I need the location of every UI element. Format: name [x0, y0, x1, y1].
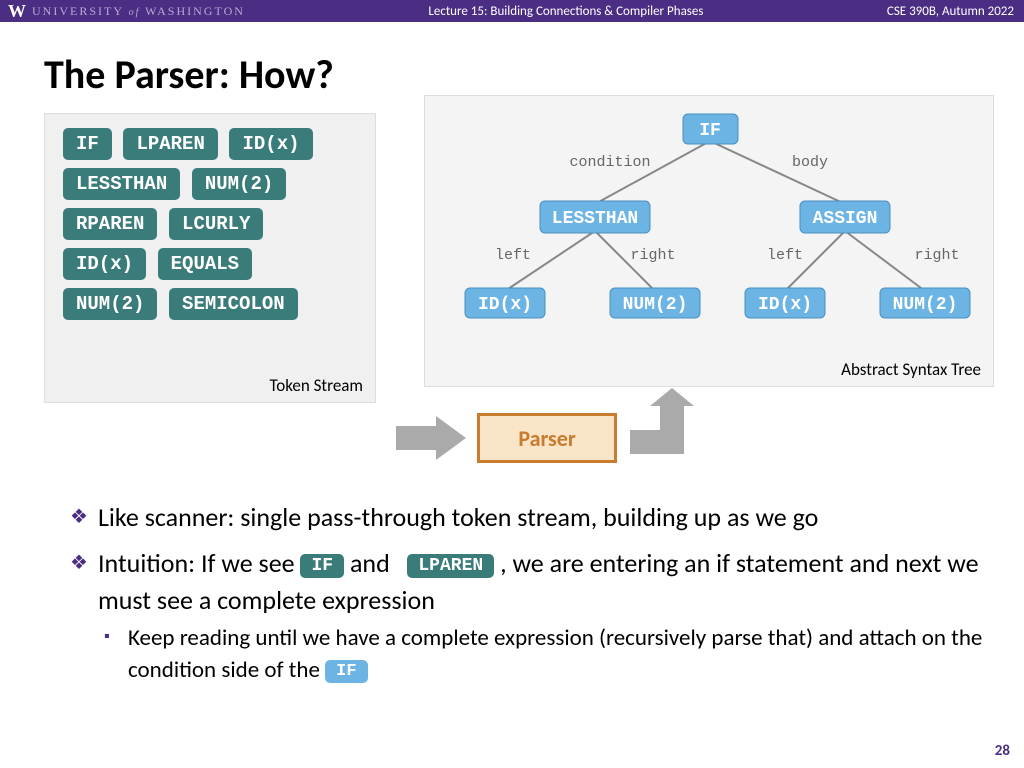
- ast-panel: IF condition body LESSTHAN ASSIGN left r…: [424, 95, 994, 387]
- edge-label: body: [792, 154, 828, 171]
- bullet-list: Like scanner: single pass-through token …: [0, 493, 1024, 687]
- edge-label: left: [767, 247, 803, 264]
- token: EQUALS: [158, 248, 252, 280]
- token: LESSTHAN: [63, 168, 180, 200]
- sub-bullet-item: Keep reading until we have a complete ex…: [98, 622, 984, 686]
- course-code: CSE 390B, Autumn 2022: [887, 4, 1024, 19]
- lecture-title: Lecture 15: Building Connections & Compi…: [245, 4, 887, 19]
- arrow-right-icon: [396, 413, 471, 463]
- edge-label: left: [495, 247, 531, 264]
- edge-label: right: [914, 247, 959, 264]
- token: SEMICOLON: [169, 288, 298, 320]
- ast-node-leaf: ID(x): [745, 288, 825, 318]
- page-number: 28: [995, 742, 1010, 760]
- bullet-item: Intuition: If we see IF and LPAREN , we …: [70, 545, 984, 686]
- header-bar: W UNIVERSITY of WASHINGTON Lecture 15: B…: [0, 0, 1024, 22]
- token-panel-label: Token Stream: [269, 375, 363, 396]
- svg-text:IF: IF: [699, 121, 721, 141]
- arrow-up-icon: [630, 388, 700, 468]
- token: LPAREN: [123, 128, 217, 160]
- parser-box: Parser: [477, 413, 617, 463]
- bullet-item: Like scanner: single pass-through token …: [70, 499, 984, 535]
- ast-panel-label: Abstract Syntax Tree: [841, 359, 981, 380]
- svg-text:ID(x): ID(x): [478, 295, 532, 315]
- ast-node-lessthan: LESSTHAN: [540, 201, 650, 233]
- university-name: UNIVERSITY of WASHINGTON: [32, 4, 245, 19]
- ast-node-leaf: NUM(2): [610, 288, 700, 318]
- ast-node-leaf: NUM(2): [880, 288, 970, 318]
- token-stream-panel: IF LPAREN ID(x) LESSTHAN NUM(2) RPAREN L…: [44, 113, 376, 403]
- token: NUM(2): [63, 288, 157, 320]
- svg-text:LESSTHAN: LESSTHAN: [552, 209, 638, 229]
- svg-text:NUM(2): NUM(2): [893, 295, 958, 315]
- token: NUM(2): [192, 168, 286, 200]
- uw-logo: W: [0, 1, 32, 22]
- token: ID(x): [63, 248, 146, 280]
- inline-token: LPAREN: [407, 554, 494, 578]
- ast-tree: IF condition body LESSTHAN ASSIGN left r…: [425, 96, 995, 388]
- svg-text:ID(x): ID(x): [758, 295, 812, 315]
- inline-token: IF: [300, 554, 344, 578]
- svg-text:ASSIGN: ASSIGN: [813, 209, 878, 229]
- token: LCURLY: [169, 208, 263, 240]
- ast-node-if: IF: [683, 114, 738, 144]
- svg-text:NUM(2): NUM(2): [623, 295, 688, 315]
- token: IF: [63, 128, 112, 160]
- token: ID(x): [229, 128, 312, 160]
- edge-label: condition: [569, 154, 650, 171]
- token: RPAREN: [63, 208, 157, 240]
- ast-node-assign: ASSIGN: [800, 201, 890, 233]
- ast-node-leaf: ID(x): [465, 288, 545, 318]
- edge-label: right: [630, 247, 675, 264]
- inline-token: IF: [325, 660, 367, 683]
